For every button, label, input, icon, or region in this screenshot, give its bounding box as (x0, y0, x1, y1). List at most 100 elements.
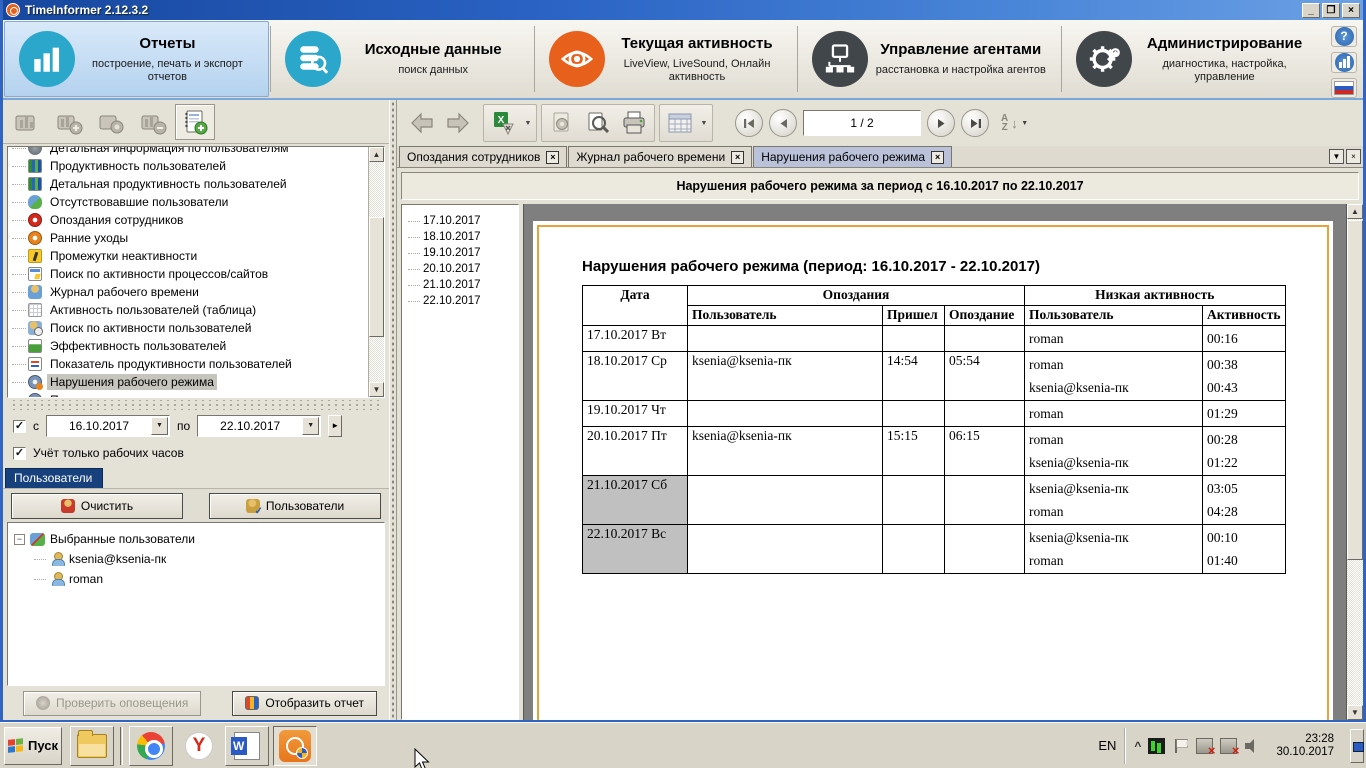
collapse-icon[interactable]: − (14, 533, 25, 545)
tab-close-icon[interactable]: × (1346, 149, 1361, 164)
vertical-splitter[interactable] (389, 100, 397, 720)
ribbon-section-administration[interactable]: Администрирование диагностика, настройка,… (1062, 20, 1325, 98)
tree-item[interactable]: Детальная продуктивность пользователей (8, 175, 368, 193)
tree-item[interactable]: Журнал рабочего времени (8, 283, 368, 301)
minimize-button[interactable]: _ (1302, 2, 1320, 18)
tree-item[interactable]: Посещения сотрудников (8, 391, 368, 397)
back-button[interactable] (405, 107, 439, 139)
report-tab[interactable]: Журнал рабочего времени × (568, 146, 753, 167)
select-users-button[interactable]: Пользователи (209, 492, 381, 519)
agent-monitor-tray-icon[interactable] (1148, 737, 1166, 754)
tree-item[interactable]: Ранние уходы (8, 229, 368, 247)
print-preview-button[interactable] (581, 107, 615, 139)
sort-az-button[interactable]: AZ ↓ ▼ (997, 104, 1034, 142)
show-report-button[interactable]: Отобразить отчет (232, 690, 377, 716)
page-indicator[interactable]: 1 / 2 (803, 110, 921, 136)
tree-item[interactable]: Показатель продуктивности пользователей (8, 355, 368, 373)
date-tree-item[interactable]: 21.10.2017 (402, 277, 518, 293)
viewer-scroll-thumb[interactable] (1347, 220, 1363, 560)
export-dropdown-icon[interactable]: ▼ (523, 120, 533, 127)
start-button[interactable]: Пуск (4, 726, 62, 765)
close-button[interactable]: × (1342, 2, 1360, 18)
horizontal-splitter[interactable] (13, 400, 379, 410)
previous-page-button[interactable] (769, 109, 797, 137)
close-icon[interactable]: × (731, 150, 745, 164)
open-report-button[interactable] (7, 104, 47, 140)
flag-tray-icon[interactable] (1172, 738, 1189, 754)
date-to-combobox[interactable]: 22.10.2017 ▼ (197, 415, 322, 437)
sort-dropdown-icon[interactable]: ▼ (1020, 120, 1030, 127)
users-tab[interactable]: Пользователи (5, 468, 389, 488)
language-button[interactable] (1331, 78, 1357, 98)
file-manager-button[interactable] (70, 725, 114, 766)
selected-user-item[interactable]: roman (12, 569, 380, 589)
tray-expand-icon[interactable]: ^ (1134, 739, 1141, 753)
last-page-button[interactable] (961, 109, 989, 137)
report-tab[interactable]: Нарушения рабочего режима × (753, 146, 953, 167)
ribbon-section-reports[interactable]: Отчеты построение, печать и экспорт отчет… (4, 21, 269, 97)
ribbon-section-current-activity[interactable]: Текущая активность LiveView, LiveSound, О… (535, 20, 798, 98)
forward-button[interactable] (441, 107, 475, 139)
print-button[interactable] (617, 107, 651, 139)
report-settings-button[interactable] (91, 104, 131, 140)
date-from-combobox[interactable]: 16.10.2017 ▼ (46, 415, 170, 437)
tree-item[interactable]: Промежутки неактивности (8, 247, 368, 265)
date-tree-item[interactable]: 17.10.2017 (402, 213, 518, 229)
scroll-up-icon[interactable]: ▲ (369, 147, 384, 162)
tree-item[interactable]: Отсутствовавшие пользователи (8, 193, 368, 211)
report-tab[interactable]: Опоздания сотрудников × (399, 146, 568, 167)
yandex-browser-button[interactable]: Y (177, 725, 221, 766)
period-next-button[interactable]: ► (328, 415, 343, 437)
date-tree-item[interactable]: 19.10.2017 (402, 245, 518, 261)
network-disconnected-icon-2[interactable] (1220, 737, 1239, 758)
tree-item[interactable]: Поиск по активности пользователей (8, 319, 368, 337)
clear-users-button[interactable]: Очистить (11, 492, 183, 519)
first-page-button[interactable] (735, 109, 763, 137)
timeinformer-taskbar-button[interactable] (273, 725, 317, 766)
help-button[interactable]: ? (1331, 26, 1357, 47)
date-tree-item[interactable]: 22.10.2017 (402, 293, 518, 309)
add-note-button[interactable] (175, 103, 215, 140)
selected-users-root[interactable]: − Выбранные пользователи (12, 529, 380, 549)
remove-report-button[interactable] (133, 104, 173, 140)
table-view-button[interactable] (663, 107, 697, 139)
check-alerts-button[interactable]: Проверить оповещения (23, 690, 202, 716)
report-options-button[interactable] (545, 107, 579, 139)
date-tree-item[interactable]: 20.10.2017 (402, 261, 518, 277)
tree-item[interactable]: Эффективность пользователей (8, 337, 368, 355)
date-tree-item[interactable]: 18.10.2017 (402, 229, 518, 245)
network-disconnected-icon[interactable] (1196, 737, 1215, 758)
workhours-checkbox[interactable]: ✓ (13, 446, 26, 460)
next-page-button[interactable] (927, 109, 955, 137)
volume-icon[interactable] (1244, 738, 1261, 754)
tree-item[interactable]: Поиск по активности процессов/сайтов (8, 265, 368, 283)
tree-item[interactable]: Нарушения рабочего режима (8, 373, 368, 391)
restore-button[interactable]: ❐ (1322, 2, 1340, 18)
clock[interactable]: 23:28 30.10.2017 (1268, 733, 1342, 759)
close-icon[interactable]: × (546, 150, 560, 164)
tree-item[interactable]: Детальная информация по пользователям (8, 147, 368, 157)
show-desktop-button[interactable] (1350, 728, 1364, 763)
chevron-down-icon[interactable]: ▼ (151, 417, 168, 435)
table-view-dropdown-icon[interactable]: ▼ (699, 120, 709, 127)
tree-item[interactable]: Опоздания сотрудников (8, 211, 368, 229)
tree-item[interactable]: Продуктивность пользователей (8, 157, 368, 175)
period-checkbox[interactable]: ✓ (13, 419, 26, 433)
add-report-button[interactable] (49, 104, 89, 140)
ribbon-section-source-data[interactable]: Исходные данные поиск данных (271, 20, 534, 98)
tree-scrollbar[interactable]: ▲ ▼ (368, 147, 384, 397)
statistics-button[interactable] (1331, 52, 1357, 73)
chevron-down-icon[interactable]: ▼ (302, 417, 320, 435)
scroll-down-icon[interactable]: ▼ (369, 382, 384, 397)
word-button[interactable] (225, 725, 269, 766)
export-excel-button[interactable]: X (487, 107, 521, 139)
tree-scroll-thumb[interactable] (369, 217, 384, 337)
scroll-up-icon[interactable]: ▲ (1347, 204, 1363, 219)
chrome-button[interactable] (129, 725, 173, 766)
tab-list-dropdown-icon[interactable]: ▼ (1329, 149, 1344, 164)
ribbon-section-agent-management[interactable]: Управление агентами расстановка и настрой… (798, 20, 1061, 98)
language-indicator[interactable]: EN (1090, 738, 1124, 753)
selected-user-item[interactable]: ksenia@ksenia-пк (12, 549, 380, 569)
viewer-scrollbar[interactable]: ▲ ▼ (1346, 204, 1363, 720)
close-icon[interactable]: × (931, 150, 945, 164)
